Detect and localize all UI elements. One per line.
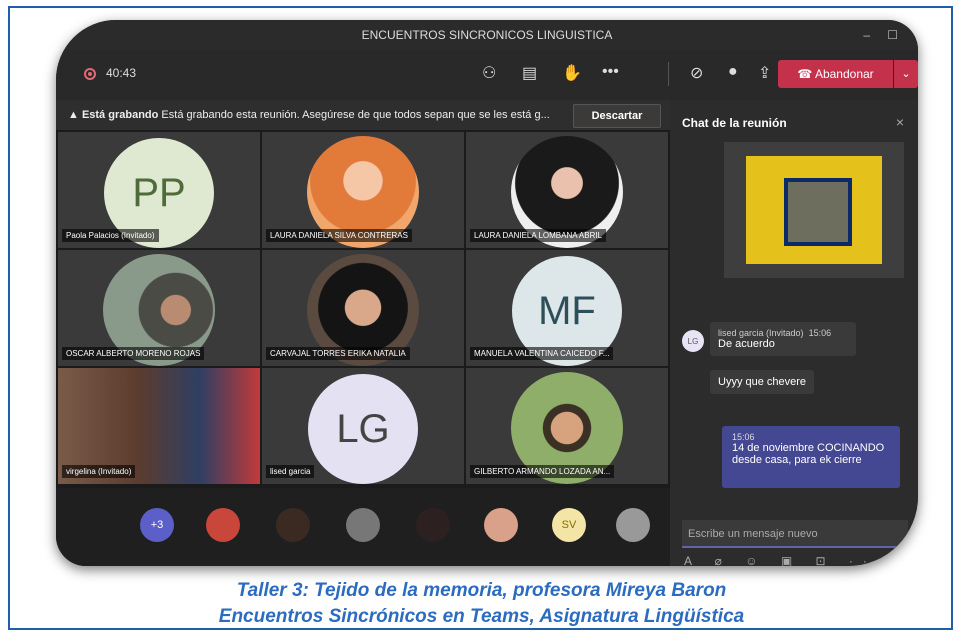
chat-title: Chat de la reunión — [682, 116, 787, 130]
minimize-button[interactable]: – — [863, 20, 870, 50]
image-center-square — [784, 178, 852, 246]
own-chat-message: 15:06 14 de noviembre COCINANDO desde ca… — [722, 426, 900, 488]
participant-tile[interactable]: virgelina (Invitado) — [58, 368, 260, 484]
participant-name: LAURA DANIELA LOMBANA ABRIL — [470, 229, 607, 242]
maximize-button[interactable]: ☐ — [887, 20, 898, 50]
participant-strip: +3 SV — [56, 488, 670, 566]
participant-tile[interactable]: OSCAR ALBERTO MORENO ROJAS — [58, 250, 260, 366]
chat-shared-image[interactable] — [724, 142, 904, 278]
participant-thumb[interactable] — [484, 508, 518, 542]
people-icon[interactable]: ⚇ — [482, 63, 496, 83]
recording-warning-text: Está grabando esta reunión. Asegúrese de… — [161, 109, 550, 121]
participant-name: virgelina (Invitado) — [62, 465, 136, 478]
chat-message: Uyyy que chevere — [710, 370, 815, 394]
camera-off-icon[interactable]: ⊘ — [690, 63, 703, 83]
recording-warning-label: ▲ Está grabando — [68, 109, 159, 121]
video-grid: PP Paola Palacios (Invitado) LAURA DANIE… — [56, 130, 670, 488]
participant-tile[interactable]: CARVAJAL TORRES ERIKA NATALIA — [262, 250, 464, 366]
participant-tile[interactable]: LAURA DANIELA LOMBANA ABRIL — [466, 132, 668, 248]
teams-meeting-window: ENCUENTROS SINCRONICOS LINGUISTICA – ☐ 4… — [56, 20, 918, 566]
compose-toolbar[interactable]: A ⌀ ☺ ▣ ⊡ ··· — [684, 554, 891, 566]
mic-icon[interactable]: ● — [728, 63, 738, 81]
participant-name: MANUELA VALENTINA CAICEDO F... — [470, 347, 614, 360]
window-title: ENCUENTROS SINCRONICOS LINGUISTICA — [361, 28, 613, 42]
participant-thumb[interactable] — [206, 508, 240, 542]
sender-name: lised garcia (Invitado) — [718, 328, 804, 338]
participant-name: lised garcia — [266, 465, 315, 478]
phone-icon: ☎ — [797, 67, 815, 81]
image-caption: Taller 3: Tejido de la memoria, profesor… — [0, 578, 963, 630]
participant-avatar: LG — [308, 374, 418, 484]
share-icon[interactable]: ⇪ — [758, 63, 771, 83]
more-icon[interactable]: ••• — [602, 63, 619, 81]
participant-thumb[interactable] — [276, 508, 310, 542]
participant-tile[interactable]: PP Paola Palacios (Invitado) — [58, 132, 260, 248]
toolbar-divider — [668, 62, 669, 86]
recording-icon — [84, 68, 96, 80]
dismiss-button[interactable]: Descartar — [573, 104, 661, 128]
more-participants-badge[interactable]: +3 — [140, 508, 174, 542]
sender-avatar: LG — [682, 330, 704, 352]
leave-button[interactable]: ☎ Abandonar — [778, 60, 893, 88]
meeting-toolbar: 40:43 ⚇ ▤ ✋ ••• ⊘ ● ⇪ ☎ Abandonar ⌄ — [56, 50, 918, 100]
meeting-timer: 40:43 — [106, 66, 137, 80]
participant-name: GILBERTO ARMANDO LOZADA AN... — [470, 465, 615, 478]
raise-hand-icon[interactable]: ✋ — [562, 63, 582, 83]
participant-tile[interactable]: LAURA DANIELA SILVA CONTRERAS — [262, 132, 464, 248]
caption-line-2: Encuentros Sincrónicos en Teams, Asignat… — [218, 606, 745, 627]
participant-name: Paola Palacios (Invitado) — [62, 229, 159, 242]
message-time: 15:06 — [808, 328, 832, 338]
title-bar: ENCUENTROS SINCRONICOS LINGUISTICA – ☐ — [56, 20, 918, 50]
participant-thumb[interactable] — [616, 508, 650, 542]
participant-name: OSCAR ALBERTO MORENO ROJAS — [62, 347, 205, 360]
recording-banner: ▲ Está grabando Está grabando esta reuni… — [56, 100, 670, 131]
participant-thumb-sv[interactable]: SV — [552, 508, 586, 542]
close-icon[interactable]: × — [896, 114, 904, 130]
leave-label: Abandonar — [814, 67, 874, 81]
participant-thumb[interactable] — [346, 508, 380, 542]
chat-panel: Chat de la reunión × LG lised garcia (In… — [670, 100, 918, 566]
leave-dropdown-button[interactable]: ⌄ — [894, 60, 918, 88]
caption-line-1: Taller 3: Tejido de la memoria, profesor… — [236, 580, 727, 601]
participant-tile[interactable]: LG lised garcia — [262, 368, 464, 484]
participant-name: LAURA DANIELA SILVA CONTRERAS — [266, 229, 412, 242]
chat-icon[interactable]: ▤ — [522, 63, 537, 83]
participant-tile[interactable]: MF MANUELA VALENTINA CAICEDO F... — [466, 250, 668, 366]
participant-thumb[interactable] — [416, 508, 450, 542]
message-text: 14 de noviembre COCINANDO desde casa, pa… — [732, 442, 885, 466]
message-text: Uyyy que chevere — [718, 376, 807, 388]
chat-message: lised garcia (Invitado) 15:06 De acuerdo — [710, 322, 856, 356]
participant-name: CARVAJAL TORRES ERIKA NATALIA — [266, 347, 410, 360]
participant-tile[interactable]: GILBERTO ARMANDO LOZADA AN... — [466, 368, 668, 484]
message-input[interactable]: Escribe un mensaje nuevo — [682, 520, 908, 548]
message-time: 15:06 — [732, 432, 755, 442]
message-text: De acuerdo — [718, 338, 775, 350]
